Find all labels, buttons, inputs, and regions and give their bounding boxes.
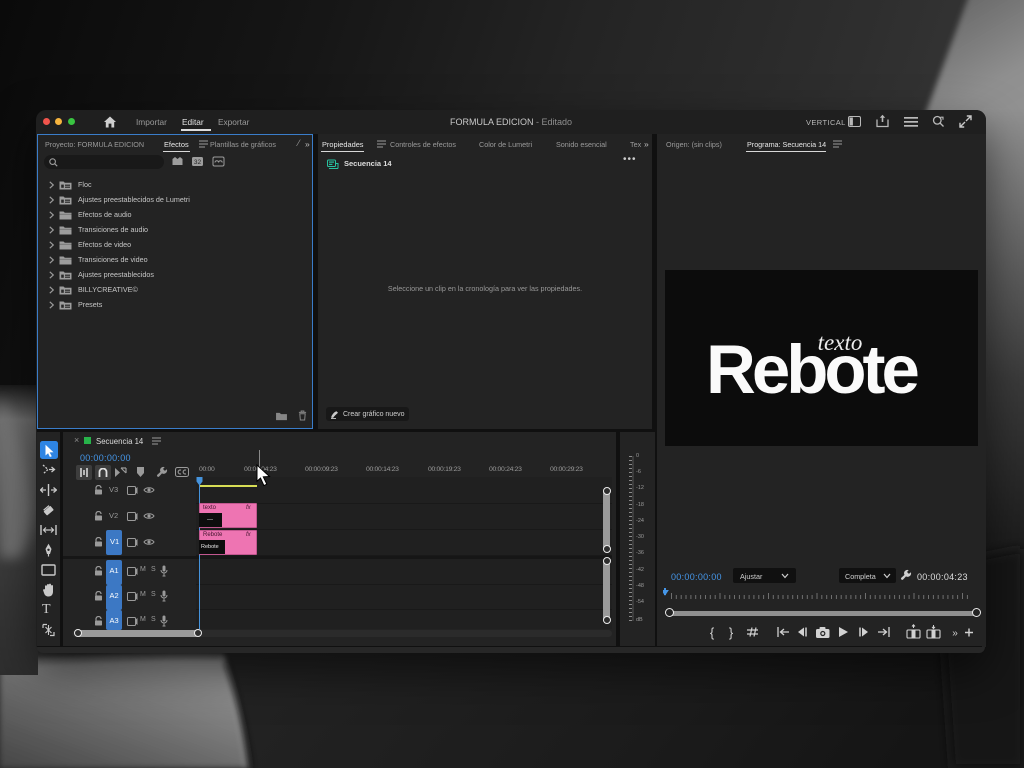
svg-text:}: }: [729, 625, 734, 640]
svg-text:32: 32: [194, 159, 202, 166]
svg-text:{: {: [710, 625, 715, 640]
svg-text:»: »: [952, 628, 958, 639]
